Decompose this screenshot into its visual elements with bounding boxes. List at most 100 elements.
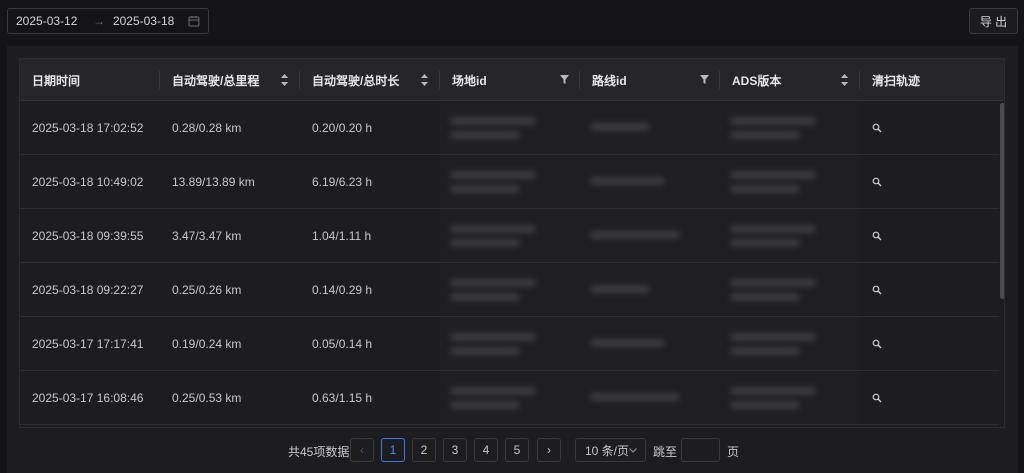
sort-icon[interactable] [421,74,428,86]
column-header-site-id[interactable]: 场地id [440,59,580,101]
total-count: 共45项数据 [288,445,350,459]
cell-ads-version-redacted [720,209,860,262]
search-icon[interactable] [872,393,882,403]
redacted-content [720,101,860,154]
chevron-down-icon [629,448,637,453]
redacted-content [440,263,580,316]
cell-mileage: 0.25/0.26 km [172,282,242,297]
redacted-content [720,371,860,424]
jump-page-input[interactable] [681,438,720,462]
redacted-content [440,317,580,370]
redacted-content [440,101,580,154]
cell-track [860,317,1004,370]
search-icon[interactable] [872,285,882,295]
table-row: 2025-03-18 17:02:52 0.28/0.28 km 0.20/0.20… [20,101,1004,155]
cell-ads-version-redacted [720,371,860,424]
table-row: 2025-03-18 09:39:55 3.47/3.47 km 1.04/1.11… [20,209,1004,263]
table-row: 2025-03-18 10:49:02 13.89/13.89 km 6.19/6.… [20,155,1004,209]
cell-track [860,263,1004,316]
cell-site-id-redacted [440,209,580,262]
page-button-2[interactable]: 2 [412,438,436,462]
table-row: 2025-03-18 09:22:27 0.25/0.26 km 0.14/0.29… [20,263,1004,317]
cell-ads-version-redacted [720,317,860,370]
sort-icon[interactable] [281,74,288,86]
redacted-content [580,371,720,424]
column-header-ads-version[interactable]: ADS版本 [720,59,860,101]
range-arrow: → [93,14,106,28]
redacted-content [580,317,720,370]
cell-mileage: 0.25/0.53 km [172,390,242,405]
cell-site-id-redacted [440,155,580,208]
cell-site-id-redacted [440,317,580,370]
date-range-picker[interactable]: 2025-03-12 → 2025-03-18 [7,8,209,34]
redacted-content [440,155,580,208]
next-page-button[interactable]: › [537,438,561,462]
column-header-route-id[interactable]: 路线id [580,59,720,101]
search-icon[interactable] [872,339,882,349]
cell-datetime: 2025-03-17 17:17:41 [32,336,144,351]
cell-mileage: 0.28/0.28 km [172,120,242,135]
filter-icon[interactable] [700,75,709,84]
cell-site-id-redacted [440,371,580,424]
table-row: 2025-03-17 16:08:46 0.25/0.53 km 0.63/1.15… [20,371,1004,425]
redacted-content [440,209,580,262]
cell-route-id-redacted [580,209,720,262]
page-size-select[interactable]: 10 条/页 [575,438,646,462]
redacted-content [440,371,580,424]
page-button-5[interactable]: 5 [505,438,529,462]
page-button-3[interactable]: 3 [443,438,467,462]
cell-route-id-redacted [580,155,720,208]
cell-route-id-redacted [580,101,720,154]
prev-page-button[interactable]: ‹ [350,438,374,462]
cell-duration: 0.63/1.15 h [312,390,373,405]
cell-track [860,155,1004,208]
cell-duration: 0.14/0.29 h [312,282,373,297]
redacted-content [580,263,720,316]
cell-route-id-redacted [580,263,720,316]
filter-icon[interactable] [560,75,569,84]
end-date-input[interactable]: 2025-03-18 [113,14,188,28]
redacted-content [720,209,860,262]
search-icon[interactable] [872,123,882,133]
data-table: 日期时间 自动驾驶/总里程 自动驾驶/总时长 场地id 路线id ADS版本 清… [19,58,1005,428]
cell-ads-version-redacted [720,101,860,154]
page-button-1[interactable]: 1 [381,438,405,462]
top-toolbar: 2025-03-12 → 2025-03-18 导 出 [0,0,1024,42]
calendar-icon[interactable] [188,15,200,27]
redacted-content [720,263,860,316]
column-header-duration[interactable]: 自动驾驶/总时长 [300,59,440,101]
scrollbar-thumb[interactable] [1000,103,1004,299]
table-header: 日期时间 自动驾驶/总里程 自动驾驶/总时长 场地id 路线id ADS版本 清… [20,59,1004,101]
cell-duration: 0.05/0.14 h [312,336,373,351]
cell-track [860,101,1004,154]
redacted-content [720,317,860,370]
column-header-mileage[interactable]: 自动驾驶/总里程 [160,59,300,101]
cell-mileage: 3.47/3.47 km [172,228,242,243]
column-label: 自动驾驶/总时长 [312,73,400,88]
column-header-datetime: 日期时间 [20,59,160,101]
column-label: ADS版本 [732,73,782,88]
table-scrollbar[interactable] [999,101,1004,427]
cell-ads-version-redacted [720,155,860,208]
redacted-content [580,101,720,154]
export-button[interactable]: 导 出 [969,8,1018,34]
column-label: 自动驾驶/总里程 [172,73,260,88]
content-panel: 日期时间 自动驾驶/总里程 自动驾驶/总时长 场地id 路线id ADS版本 清… [7,46,1018,473]
column-label: 清扫轨迹 [872,73,921,88]
cell-datetime: 2025-03-17 16:08:46 [32,390,144,405]
cell-track [860,209,1004,262]
page-button-4[interactable]: 4 [474,438,498,462]
redacted-content [580,209,720,262]
sort-icon[interactable] [841,74,848,86]
cell-duration: 0.20/0.20 h [312,120,373,135]
search-icon[interactable] [872,231,882,241]
search-icon[interactable] [872,177,882,187]
cell-datetime: 2025-03-18 10:49:02 [32,174,144,189]
cell-mileage: 0.19/0.24 km [172,336,242,351]
table-body: 2025-03-18 17:02:52 0.28/0.28 km 0.20/0.20… [20,101,1004,425]
cell-mileage: 13.89/13.89 km [172,174,255,189]
cell-route-id-redacted [580,317,720,370]
cell-datetime: 2025-03-18 09:22:27 [32,282,144,297]
start-date-input[interactable]: 2025-03-12 [16,14,93,28]
jump-label: 跳至 [653,445,678,459]
